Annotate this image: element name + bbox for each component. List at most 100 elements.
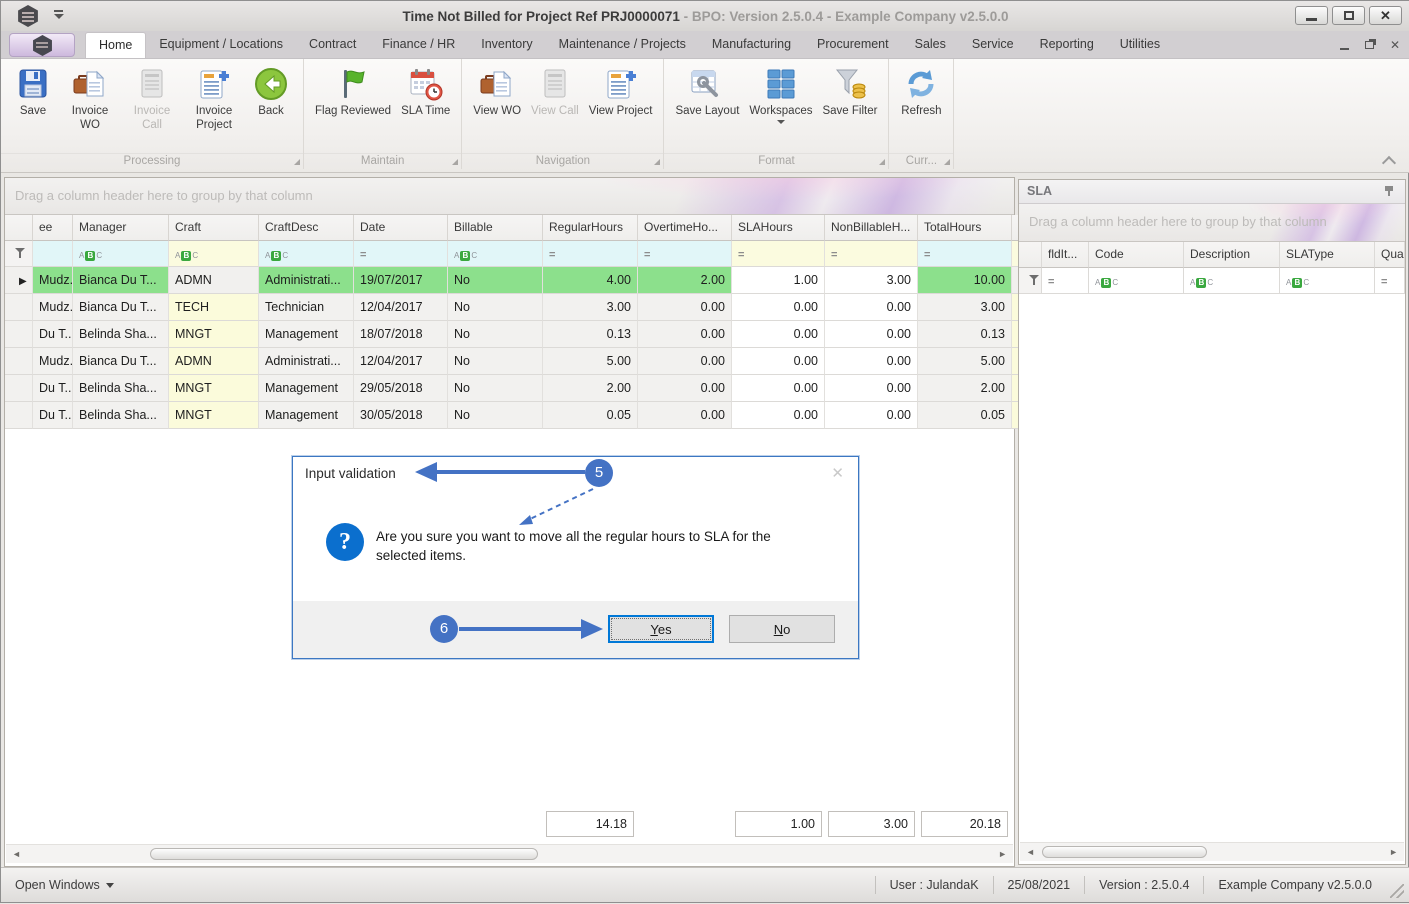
open-windows-button[interactable]: Open Windows xyxy=(15,878,114,892)
filter-employee[interactable] xyxy=(33,241,73,267)
column-header-employee[interactable]: ee xyxy=(33,215,73,241)
minimize-icon xyxy=(1306,17,1317,21)
table-row[interactable]: Du T... Belinda Sha... MNGT Management 3… xyxy=(5,402,1024,429)
child-minimize-icon[interactable] xyxy=(1339,40,1349,50)
group-dialog-launcher-icon[interactable] xyxy=(294,159,300,165)
sla-time-button[interactable]: SLA Time xyxy=(396,65,455,120)
view-project-button[interactable]: View Project xyxy=(584,65,658,120)
briefcase-document-icon xyxy=(73,67,107,101)
no-button[interactable]: No xyxy=(729,615,835,643)
filter-quantity[interactable]: = xyxy=(1375,268,1405,294)
abc-filter-icon: ABC xyxy=(454,250,478,261)
column-header-nonbillablehours[interactable]: NonBillableH... xyxy=(825,215,918,241)
column-header-regularhours[interactable]: RegularHours xyxy=(543,215,638,241)
tab-reporting[interactable]: Reporting xyxy=(1027,32,1107,58)
tab-service[interactable]: Service xyxy=(959,32,1027,58)
tab-sales[interactable]: Sales xyxy=(902,32,959,58)
ribbon-group-current: Refresh Curr... xyxy=(889,59,955,169)
sla-horizontal-scrollbar[interactable]: ◄ ► xyxy=(1020,842,1404,861)
tab-equipment-locations[interactable]: Equipment / Locations xyxy=(146,32,296,58)
column-header-code[interactable]: Code xyxy=(1089,242,1184,268)
table-row[interactable]: Du T... Belinda Sha... MNGT Management 1… xyxy=(5,321,1024,348)
save-filter-button[interactable]: Save Filter xyxy=(817,65,882,120)
scroll-right-icon[interactable]: ► xyxy=(1389,847,1398,857)
filter-date[interactable]: = xyxy=(354,241,448,267)
scrollbar-thumb[interactable] xyxy=(1042,846,1207,858)
column-header-manager[interactable]: Manager xyxy=(73,215,169,241)
column-header-description[interactable]: Description xyxy=(1184,242,1280,268)
column-header-slatype[interactable]: SLAType xyxy=(1280,242,1375,268)
summary-nonbillablehours: 3.00 xyxy=(828,811,915,837)
workspaces-grid-icon xyxy=(764,67,798,101)
save-button[interactable]: Save xyxy=(7,65,59,120)
child-close-icon[interactable]: ✕ xyxy=(1390,39,1400,51)
grid-horizontal-scrollbar[interactable]: ◄ ► xyxy=(6,844,1013,863)
group-dialog-launcher-icon[interactable] xyxy=(654,159,661,165)
column-header-billable[interactable]: Billable xyxy=(448,215,543,241)
column-header-craft[interactable]: Craft xyxy=(169,215,259,241)
tab-contract[interactable]: Contract xyxy=(296,32,369,58)
group-dialog-launcher-icon[interactable] xyxy=(944,159,951,165)
pin-icon[interactable] xyxy=(1383,185,1395,197)
filter-slahours[interactable]: = xyxy=(732,241,825,267)
tab-maintenance-projects[interactable]: Maintenance / Projects xyxy=(546,32,699,58)
tab-home[interactable]: Home xyxy=(85,32,147,58)
column-header-overtimehours[interactable]: OvertimeHo... xyxy=(638,215,732,241)
scroll-left-icon[interactable]: ◄ xyxy=(12,849,21,859)
child-restore-icon[interactable] xyxy=(1364,41,1374,49)
table-row[interactable]: Mudz... Bianca Du T... TECH Technician 1… xyxy=(5,294,1024,321)
minimize-button[interactable] xyxy=(1295,6,1328,25)
group-by-band[interactable]: Drag a column header here to group by th… xyxy=(5,178,1014,215)
invoice-wo-button[interactable]: Invoice WO xyxy=(59,65,121,135)
tab-inventory[interactable]: Inventory xyxy=(468,32,545,58)
sla-group-by-band[interactable]: Drag a column header here to group by th… xyxy=(1019,204,1405,242)
close-button[interactable]: ✕ xyxy=(1369,6,1402,25)
filter-code[interactable]: ABC xyxy=(1089,268,1184,294)
group-dialog-launcher-icon[interactable] xyxy=(879,159,886,165)
tab-manufacturing[interactable]: Manufacturing xyxy=(699,32,804,58)
statusbar-version: Version : 2.5.0.4 xyxy=(1099,878,1190,892)
tab-utilities[interactable]: Utilities xyxy=(1107,32,1173,58)
filter-regularhours[interactable]: = xyxy=(543,241,638,267)
refresh-button[interactable]: Refresh xyxy=(895,65,947,120)
table-row[interactable]: Mudz... Bianca Du T... ADMN Administrati… xyxy=(5,348,1024,375)
workspaces-button[interactable]: Workspaces xyxy=(744,65,817,126)
filter-flditem[interactable]: = xyxy=(1042,268,1089,294)
column-header-slahours[interactable]: SLAHours xyxy=(732,215,825,241)
group-dialog-launcher-icon[interactable] xyxy=(452,159,459,165)
view-wo-button[interactable]: View WO xyxy=(468,65,526,120)
dialog-close-icon[interactable]: ✕ xyxy=(831,464,844,482)
quick-access-caret-icon[interactable] xyxy=(53,10,65,22)
application-orb-button[interactable] xyxy=(9,33,75,57)
maximize-button[interactable] xyxy=(1332,6,1365,25)
yes-button[interactable]: Yes xyxy=(608,615,714,643)
column-header-quantity[interactable]: Qua... xyxy=(1375,242,1405,268)
scroll-right-icon[interactable]: ► xyxy=(998,849,1007,859)
resize-grip-icon[interactable] xyxy=(1390,884,1404,898)
column-header-date[interactable]: Date xyxy=(354,215,448,241)
filter-craftdesc[interactable]: ABC xyxy=(259,241,354,267)
column-header-craftdesc[interactable]: CraftDesc xyxy=(259,215,354,241)
filter-description[interactable]: ABC xyxy=(1184,268,1280,294)
tab-procurement[interactable]: Procurement xyxy=(804,32,902,58)
collapse-ribbon-icon[interactable] xyxy=(1384,156,1396,164)
filter-totalhours[interactable]: = xyxy=(918,241,1012,267)
scroll-left-icon[interactable]: ◄ xyxy=(1026,847,1035,857)
filter-craft[interactable]: ABC xyxy=(169,241,259,267)
flag-reviewed-button[interactable]: Flag Reviewed xyxy=(310,65,396,120)
scrollbar-thumb[interactable] xyxy=(150,848,538,860)
filter-overtimehours[interactable]: = xyxy=(638,241,732,267)
filter-nonbillablehours[interactable]: = xyxy=(825,241,918,267)
filter-billable[interactable]: ABC xyxy=(448,241,543,267)
tab-finance-hr[interactable]: Finance / HR xyxy=(369,32,468,58)
equals-filter-icon: = xyxy=(1381,276,1388,288)
back-button[interactable]: Back xyxy=(245,65,297,120)
filter-slatype[interactable]: ABC xyxy=(1280,268,1375,294)
invoice-project-button[interactable]: Invoice Project xyxy=(183,65,245,135)
column-header-totalhours[interactable]: TotalHours xyxy=(918,215,1012,241)
column-header-flditem[interactable]: fldIt... xyxy=(1042,242,1089,268)
table-row[interactable]: ▶ Mudz... Bianca Du T... ADMN Administra… xyxy=(5,267,1024,294)
table-row[interactable]: Du T... Belinda Sha... MNGT Management 2… xyxy=(5,375,1024,402)
save-layout-button[interactable]: Save Layout xyxy=(670,65,744,120)
filter-manager[interactable]: ABC xyxy=(73,241,169,267)
